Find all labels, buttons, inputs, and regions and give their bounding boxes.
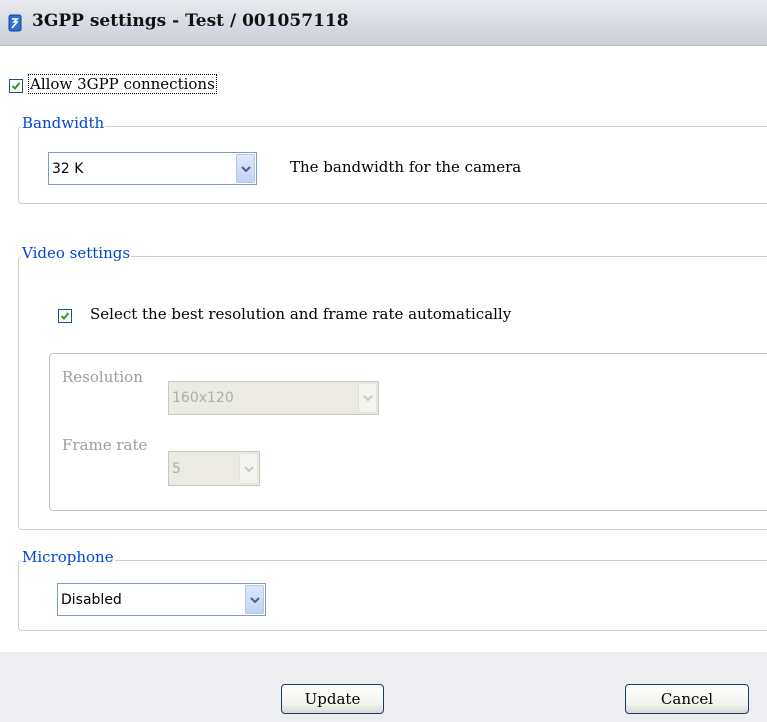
bandwidth-description: The bandwidth for the camera	[290, 158, 522, 176]
frame-rate-select[interactable]: 5	[168, 451, 260, 486]
button-bar: Update Cancel	[0, 652, 767, 722]
chevron-down-icon[interactable]	[239, 453, 258, 484]
window-title: 3GPP settings - Test / 001057118	[32, 11, 349, 31]
chevron-down-icon[interactable]	[245, 585, 264, 614]
frame-rate-value: 5	[172, 460, 181, 477]
resolution-label: Resolution	[62, 368, 143, 386]
microphone-select[interactable]: Disabled	[57, 583, 266, 616]
cancel-button[interactable]: Cancel	[625, 684, 749, 714]
bandwidth-legend: Bandwidth	[21, 114, 106, 132]
resolution-framerate-panel	[49, 353, 767, 511]
allow-3gpp-checkbox[interactable]	[9, 79, 23, 93]
chevron-down-icon[interactable]	[236, 154, 255, 183]
bandwidth-select[interactable]: 32 K	[48, 152, 257, 185]
auto-resolution-label[interactable]: Select the best resolution and frame rat…	[90, 305, 511, 323]
frame-rate-label: Frame rate	[62, 436, 148, 454]
app-icon	[8, 14, 24, 32]
allow-3gpp-label[interactable]: Allow 3GPP connections	[28, 74, 217, 94]
bandwidth-value: 32 K	[52, 160, 84, 177]
microphone-value: Disabled	[61, 591, 122, 608]
resolution-value: 160x120	[172, 390, 234, 406]
update-button[interactable]: Update	[281, 684, 384, 714]
title-bar: 3GPP settings - Test / 001057118	[0, 0, 767, 46]
auto-resolution-checkbox[interactable]	[58, 309, 72, 323]
resolution-select[interactable]: 160x120	[168, 381, 379, 415]
video-settings-legend: Video settings	[21, 244, 132, 262]
microphone-legend: Microphone	[21, 548, 115, 566]
chevron-down-icon[interactable]	[358, 383, 377, 413]
